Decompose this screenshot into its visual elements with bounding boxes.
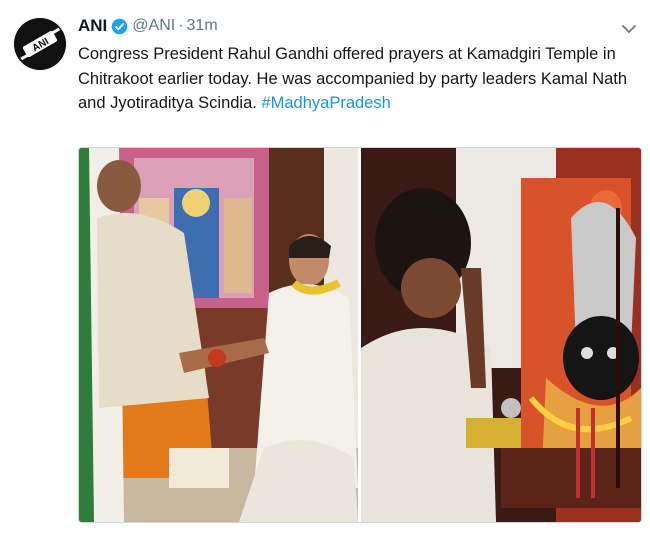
- deity-shrine-photo: [361, 148, 641, 522]
- author-handle[interactable]: @ANI: [132, 17, 175, 35]
- header-separator: ·: [178, 17, 184, 34]
- tweet-text: Congress President Rahul Gandhi offered …: [78, 42, 638, 116]
- tweet-card: ANI ANI @ANI · 31m Congress President Ra…: [0, 0, 650, 540]
- media-grid: [78, 147, 642, 523]
- hashtag-link[interactable]: #MadhyaPradesh: [261, 94, 390, 112]
- photo-right[interactable]: [361, 148, 641, 522]
- timestamp[interactable]: 31m: [187, 17, 218, 35]
- photo-left[interactable]: [79, 148, 358, 522]
- avatar[interactable]: ANI: [14, 18, 66, 70]
- tweet-header: ANI @ANI · 31m: [78, 14, 218, 38]
- verified-badge-icon: [111, 18, 128, 35]
- chevron-down-icon[interactable]: [620, 22, 638, 36]
- ani-logo-icon: ANI: [14, 18, 66, 70]
- temple-prayer-photo: [79, 148, 358, 522]
- author-name[interactable]: ANI: [78, 16, 107, 36]
